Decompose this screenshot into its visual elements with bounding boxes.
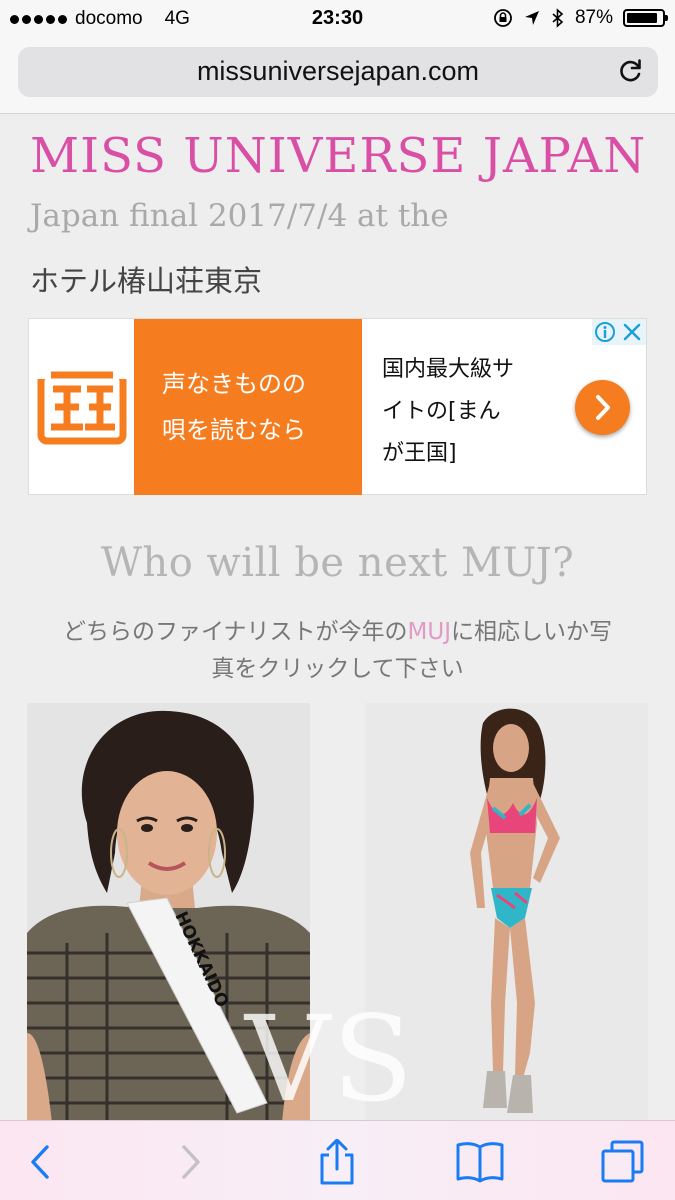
- rotation-lock-icon: [494, 9, 512, 27]
- ad-orange-panel: 声なきものの 唄を読むなら: [134, 319, 362, 495]
- ad-copy-line-2: イトの[まん: [382, 399, 501, 424]
- vs-label: VS: [245, 990, 416, 1128]
- site-title[interactable]: MISS UNIVERSE JAPAN: [30, 128, 646, 184]
- share-button[interactable]: [312, 1138, 362, 1185]
- battery-level: [627, 13, 657, 23]
- ad-copy-line-3: が王国]: [382, 441, 457, 466]
- browser-address-area: missuniversejapan.com: [0, 40, 675, 114]
- instruction-text-mid: に相応しいか写: [451, 619, 612, 645]
- back-button[interactable]: [16, 1139, 66, 1185]
- who-next-heading: Who will be next MUJ?: [100, 540, 575, 586]
- ad-headline-line-1: 声なきものの: [162, 370, 306, 398]
- browser-toolbar: [0, 1120, 675, 1200]
- status-right: 87%: [493, 7, 668, 29]
- chevron-left-icon: [31, 1145, 49, 1179]
- url-domain: missuniversejapan.com: [196, 56, 480, 86]
- chevron-right-icon: [596, 395, 610, 420]
- ad-close-button[interactable]: [618, 319, 646, 345]
- tabs-icon: [601, 1140, 644, 1183]
- venue-name: ホテル椿山荘東京: [30, 264, 263, 298]
- chevron-right-icon: [182, 1145, 200, 1179]
- instruction-line-2: 真をクリックして下さい: [211, 656, 464, 682]
- bookmarks-button[interactable]: [455, 1139, 505, 1185]
- manga-oukoku-logo-icon: [37, 369, 127, 445]
- battery-percent: 87%: [574, 7, 613, 28]
- ad-info-button[interactable]: [592, 319, 618, 345]
- status-bar: docomo 4G 23:30 87%: [0, 0, 675, 40]
- forward-button[interactable]: [165, 1139, 215, 1185]
- battery-icon: [623, 9, 668, 27]
- ad-banner[interactable]: 声なきものの 唄を読むなら 国内最大級サ イトの[まん が王国]: [28, 318, 647, 495]
- share-icon: [320, 1138, 354, 1185]
- reload-icon[interactable]: [618, 58, 644, 84]
- close-icon: [623, 323, 641, 341]
- bluetooth-icon: [552, 8, 564, 28]
- tabs-button[interactable]: [598, 1139, 648, 1185]
- final-date-line: Japan final 2017/7/4 at the: [30, 198, 449, 234]
- ad-go-button[interactable]: [575, 380, 630, 435]
- info-icon: [595, 322, 615, 342]
- instruction-line-1: どちらのファイナリストが今年のMUJに相応しいか写: [0, 614, 675, 651]
- instruction-muj-highlight: MUJ: [407, 619, 451, 645]
- ad-description: 国内最大級サ イトの[まん が王国]: [382, 349, 557, 475]
- vote-instruction: どちらのファイナリストが今年のMUJに相応しいか写 真をクリックして下さい: [0, 614, 675, 688]
- location-arrow-icon: [524, 11, 539, 25]
- ad-copy-line-1: 国内最大級サ: [382, 357, 515, 382]
- instruction-text-before: どちらのファイナリストが今年の: [62, 619, 408, 645]
- book-icon: [456, 1142, 504, 1183]
- ad-headline-line-2: 唄を読むなら: [162, 416, 306, 444]
- address-bar[interactable]: missuniversejapan.com: [18, 47, 658, 97]
